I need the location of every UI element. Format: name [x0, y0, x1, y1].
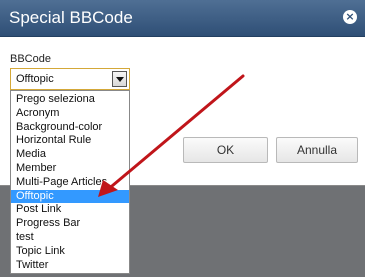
- annotation-arrow-icon: [98, 74, 245, 197]
